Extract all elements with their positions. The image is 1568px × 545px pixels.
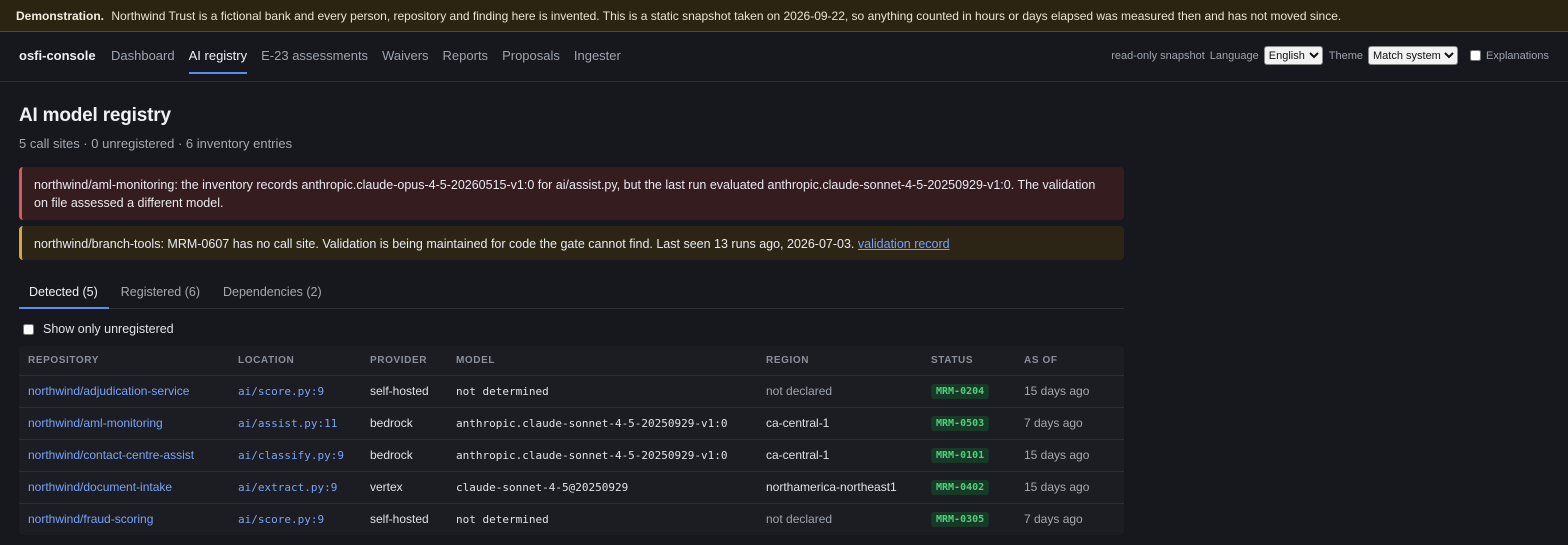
show-unregistered-label: Show only unregistered bbox=[43, 322, 174, 336]
warn-alert-text: northwind/branch-tools: MRM-0607 has no … bbox=[34, 237, 855, 251]
model-cell: anthropic.claude-sonnet-4-5-20250929-v1:… bbox=[447, 407, 757, 440]
page-title: AI model registry bbox=[19, 105, 171, 126]
provider-cell: self-hosted bbox=[361, 375, 447, 408]
registry-summary: 5 call sites · 0 unregistered · 6 invent… bbox=[19, 136, 293, 151]
language-label: Language bbox=[1209, 49, 1259, 62]
danger-alert-text: northwind/aml-monitoring: the inventory … bbox=[34, 178, 1096, 210]
as-of-cell: 15 days ago bbox=[1015, 375, 1124, 408]
unregistered-filter: Show only unregistered bbox=[19, 322, 1124, 336]
explanations-checkbox[interactable] bbox=[1470, 50, 1481, 61]
table-row: northwind/contact-centre-assist ai/class… bbox=[19, 439, 1124, 472]
registry-tabs: Detected (5) Registered (6) Dependencies… bbox=[19, 276, 1124, 309]
tab-detected[interactable]: Detected (5) bbox=[19, 276, 109, 309]
table-header-row: REPOSITORY LOCATION PROVIDER MODEL REGIO… bbox=[19, 346, 1124, 376]
language-select[interactable]: English bbox=[1263, 46, 1323, 65]
region-cell: ca-central-1 bbox=[757, 439, 922, 472]
repo-link[interactable]: northwind/aml-monitoring bbox=[28, 416, 163, 430]
model-cell: not determined bbox=[456, 512, 549, 526]
region-cell: not declared bbox=[757, 375, 922, 408]
model-cell: not determined bbox=[447, 375, 757, 408]
status-badge[interactable]: MRM-0101 bbox=[931, 448, 990, 463]
repo-link[interactable]: northwind/document-intake bbox=[28, 480, 172, 494]
provider-cell: bedrock bbox=[361, 439, 447, 472]
location-link[interactable]: ai/score.py:9 bbox=[229, 375, 361, 408]
col-repository: REPOSITORY bbox=[19, 346, 229, 376]
repo-link[interactable]: northwind/adjudication-service bbox=[28, 384, 189, 398]
nav-waivers[interactable]: Waivers bbox=[382, 32, 428, 72]
call-sites-table: REPOSITORY LOCATION PROVIDER MODEL REGIO… bbox=[19, 346, 1124, 535]
tab-dependencies[interactable]: Dependencies (2) bbox=[213, 276, 333, 308]
provider-cell: vertex bbox=[361, 471, 447, 504]
validation-record-link[interactable]: validation record bbox=[858, 237, 950, 251]
table-row: northwind/aml-monitoring ai/assist.py:11… bbox=[19, 407, 1124, 440]
location-link[interactable]: ai/classify.py:9 bbox=[229, 439, 361, 472]
status-badge[interactable]: MRM-0402 bbox=[931, 480, 990, 495]
location-link[interactable]: ai/extract.py:9 bbox=[229, 471, 361, 504]
col-region: REGION bbox=[757, 346, 922, 376]
model-mismatch-alert: northwind/aml-monitoring: the inventory … bbox=[19, 167, 1124, 220]
col-model: MODEL bbox=[447, 346, 757, 376]
region-cell: not declared bbox=[766, 512, 833, 527]
region-cell: northamerica-northeast1 bbox=[757, 471, 922, 504]
demo-banner: Demonstration. Northwind Trust is a fict… bbox=[0, 0, 1568, 32]
show-unregistered-checkbox[interactable] bbox=[23, 323, 34, 335]
status-badge[interactable]: MRM-0305 bbox=[931, 512, 990, 528]
col-provider: PROVIDER bbox=[361, 346, 447, 376]
theme-select[interactable]: Match system bbox=[1368, 46, 1458, 65]
model-cell: claude-sonnet-4-5@20250929 bbox=[447, 471, 757, 504]
brand[interactable]: osfi-console bbox=[19, 48, 96, 63]
main-content: AI model registry 5 call sites · 0 unreg… bbox=[19, 105, 1124, 535]
col-status: STATUS bbox=[922, 346, 1015, 376]
snapshot-label: read-only snapshot bbox=[1111, 49, 1205, 62]
orphan-validation-alert: northwind/branch-tools: MRM-0607 has no … bbox=[19, 226, 1124, 260]
nav-e23-assessments[interactable]: E-23 assessments bbox=[261, 32, 368, 72]
nav-ingester[interactable]: Ingester bbox=[574, 32, 621, 72]
nav-controls: read-only snapshot Language English Them… bbox=[1111, 46, 1549, 65]
banner-text: Northwind Trust is a fictional bank and … bbox=[111, 9, 1342, 23]
nav-dashboard[interactable]: Dashboard bbox=[111, 32, 175, 72]
nav-ai-registry[interactable]: AI registry bbox=[188, 32, 247, 74]
as-of-cell: 15 days ago bbox=[1015, 471, 1124, 504]
table-row: northwind/document-intake ai/extract.py:… bbox=[19, 471, 1124, 504]
nav-links: Dashboard AI registry E-23 assessments W… bbox=[111, 32, 635, 82]
table-row: northwind/fraud-scoring ai/score.py:9 se… bbox=[19, 503, 1124, 535]
provider-cell: bedrock bbox=[361, 407, 447, 440]
model-cell: anthropic.claude-sonnet-4-5-20250929-v1:… bbox=[447, 439, 757, 472]
as-of-cell: 7 days ago bbox=[1024, 512, 1083, 527]
repo-link[interactable]: northwind/contact-centre-assist bbox=[28, 448, 194, 462]
location-link[interactable]: ai/score.py:9 bbox=[229, 503, 361, 535]
col-location: LOCATION bbox=[229, 346, 361, 376]
explanations-label: Explanations bbox=[1486, 49, 1549, 62]
region-cell: ca-central-1 bbox=[757, 407, 922, 440]
as-of-cell: 7 days ago bbox=[1015, 407, 1124, 440]
status-badge[interactable]: MRM-0503 bbox=[931, 416, 990, 431]
tab-registered[interactable]: Registered (6) bbox=[111, 276, 211, 308]
repo-link[interactable]: northwind/fraud-scoring bbox=[28, 512, 153, 526]
provider-cell: self-hosted bbox=[370, 512, 429, 527]
col-as-of: AS OF bbox=[1015, 346, 1124, 376]
status-badge[interactable]: MRM-0204 bbox=[931, 384, 990, 399]
location-link[interactable]: ai/assist.py:11 bbox=[229, 407, 361, 440]
banner-label: Demonstration. bbox=[16, 9, 105, 23]
nav-reports[interactable]: Reports bbox=[443, 32, 489, 72]
as-of-cell: 15 days ago bbox=[1015, 439, 1124, 472]
nav-proposals[interactable]: Proposals bbox=[502, 32, 560, 72]
table-row: northwind/adjudication-service ai/score.… bbox=[19, 375, 1124, 408]
theme-label: Theme bbox=[1328, 49, 1363, 62]
top-nav: osfi-console Dashboard AI registry E-23 … bbox=[0, 32, 1568, 82]
